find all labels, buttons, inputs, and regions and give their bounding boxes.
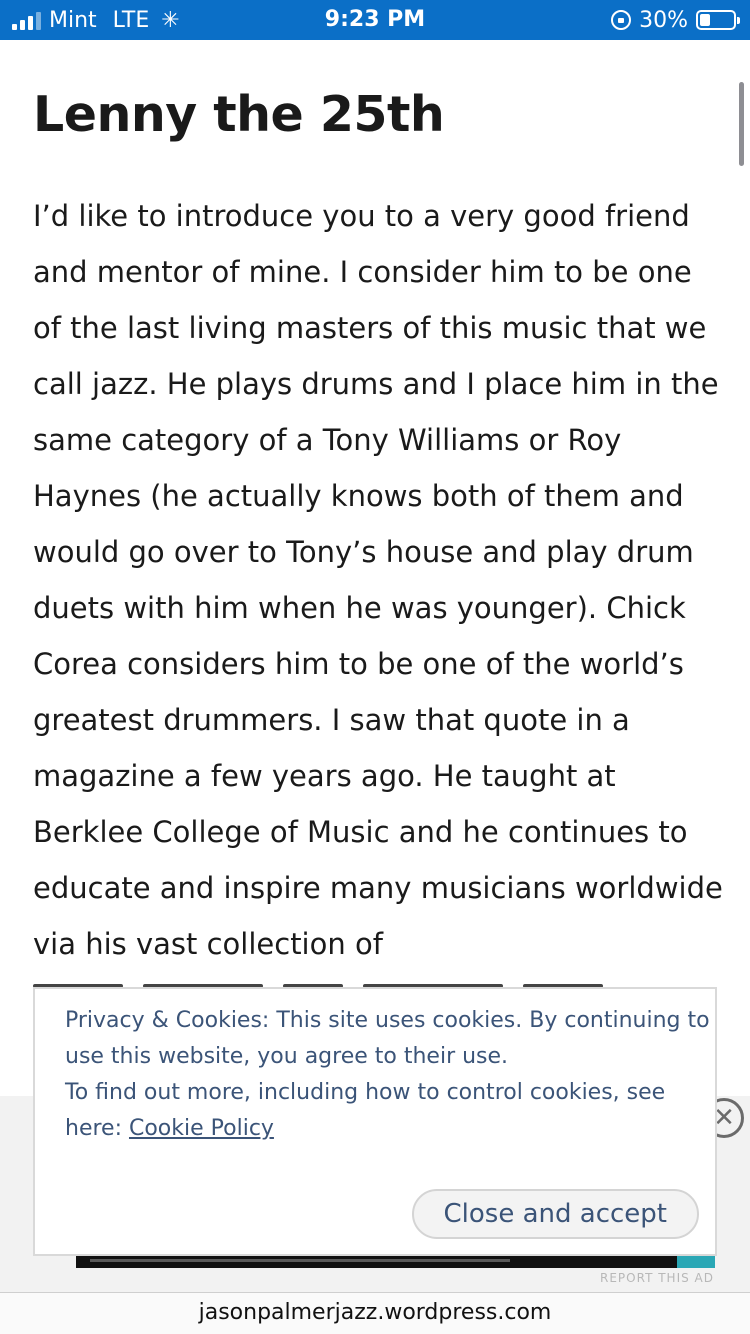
orientation-lock-icon [611,10,632,30]
scroll-indicator[interactable] [739,82,744,166]
cookie-banner: Privacy & Cookies: This site uses cookie… [33,987,717,1256]
status-right: 30% [611,0,740,40]
battery-percent: 30% [639,7,688,33]
post-title: Lenny the 25th [33,86,445,143]
report-ad-link[interactable]: REPORT THIS AD [600,1271,714,1285]
url-bar[interactable]: jasonpalmerjazz.wordpress.com [0,1292,750,1334]
close-and-accept-button[interactable]: Close and accept [411,1189,699,1239]
cookie-message: Privacy & Cookies: This site uses cookie… [65,1003,715,1147]
post-body: I’d like to introduce you to a very good… [33,199,723,961]
cookie-policy-link[interactable]: Cookie Policy [129,1116,274,1141]
cookie-text-line1: Privacy & Cookies: This site uses cookie… [65,1008,710,1069]
battery-icon [696,10,740,30]
status-bar: Mint LTE ✳ 9:23 PM 30% [0,0,750,40]
ad-image[interactable] [76,1256,715,1268]
